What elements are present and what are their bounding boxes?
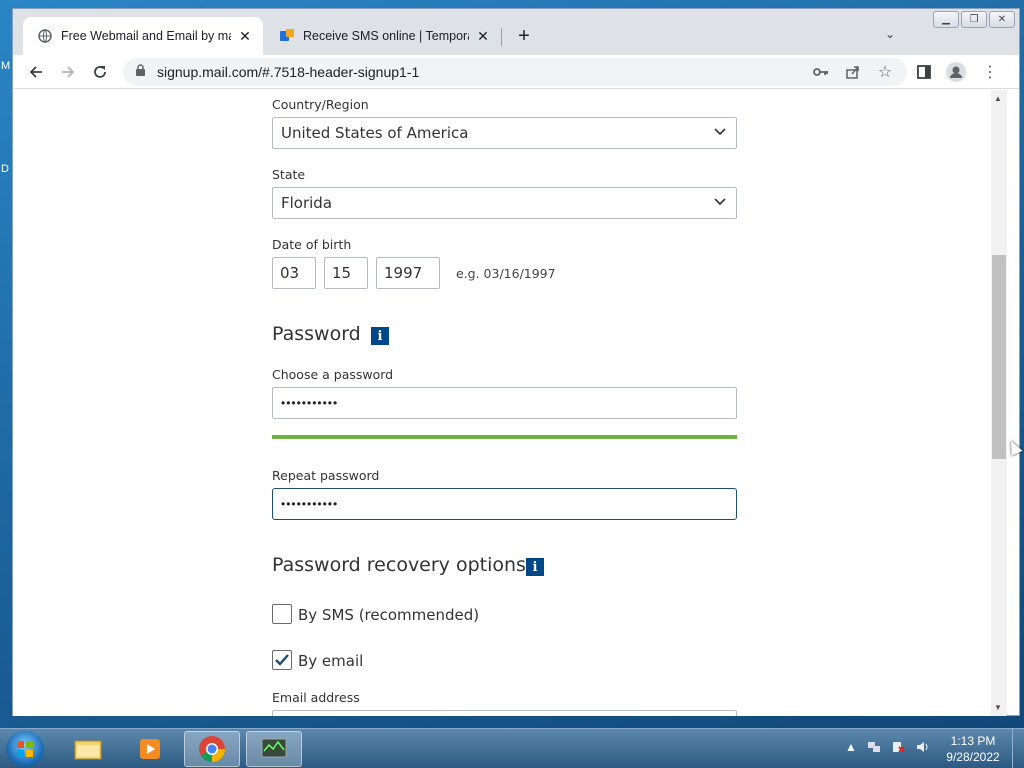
action-center-icon[interactable]	[891, 740, 905, 757]
volume-icon[interactable]	[915, 740, 929, 757]
dob-hint: e.g. 03/16/1997	[456, 266, 556, 281]
tab-search-icon[interactable]: ⌄	[885, 27, 895, 41]
scroll-down-icon[interactable]: ▼	[994, 703, 1002, 712]
desktop-icon-label: M	[1, 60, 11, 72]
side-panel-icon[interactable]	[913, 61, 935, 83]
password-heading: Password	[272, 323, 361, 345]
browser-toolbar: signup.mail.com/#.7518-header-signup1-1 …	[13, 55, 1019, 89]
bookmark-star-icon[interactable]: ☆	[874, 61, 896, 83]
sms-checkbox[interactable]	[272, 604, 292, 624]
windows-logo-icon	[17, 741, 33, 757]
start-button[interactable]	[6, 731, 44, 767]
choose-password-label: Choose a password	[272, 367, 394, 382]
tab-receive-sms[interactable]: Receive SMS online | Temporary N ✕	[265, 17, 501, 55]
email-address-label: Email address	[272, 690, 360, 705]
recovery-heading: Password recovery options	[272, 554, 526, 576]
email-address-input[interactable]	[272, 710, 737, 716]
task-manager-icon[interactable]	[246, 731, 302, 767]
clock[interactable]: 1:13 PM 9/28/2022	[935, 733, 1011, 765]
show-desktop-button[interactable]	[1012, 729, 1024, 768]
back-icon[interactable]	[25, 61, 47, 83]
clock-date: 9/28/2022	[946, 750, 1000, 764]
tab-title: Free Webmail and Email by mail.	[61, 29, 231, 43]
sms-option-label[interactable]: By SMS (recommended)	[298, 606, 479, 624]
page-content: Country/Region United States of America …	[13, 90, 993, 716]
chevron-down-icon	[714, 194, 726, 212]
country-label: Country/Region	[272, 97, 369, 112]
scroll-thumb[interactable]	[992, 255, 1006, 459]
profile-avatar-icon[interactable]	[945, 61, 967, 83]
state-value: Florida	[281, 194, 333, 212]
close-tab-icon[interactable]: ✕	[475, 28, 491, 45]
show-hidden-icons-icon[interactable]: ▲	[845, 740, 857, 757]
reload-icon[interactable]	[89, 61, 111, 83]
lock-icon	[135, 64, 149, 80]
repeat-password-input[interactable]: •••••••••••	[272, 488, 737, 520]
dob-label: Date of birth	[272, 237, 352, 252]
scroll-up-icon[interactable]: ▲	[994, 94, 1002, 103]
close-tab-icon[interactable]: ✕	[237, 28, 253, 45]
page-scrollbar[interactable]: ▲ ▼	[991, 90, 1007, 716]
network-icon[interactable]	[867, 740, 881, 757]
info-icon[interactable]: i	[371, 327, 389, 345]
browser-window: Free Webmail and Email by mail. ✕ Receiv…	[12, 8, 1020, 716]
password-strength-bar	[272, 435, 737, 439]
dob-day-input[interactable]: 15	[324, 257, 368, 289]
key-icon[interactable]	[810, 61, 832, 83]
email-checkbox[interactable]	[272, 650, 292, 670]
country-select[interactable]: United States of America	[272, 117, 737, 149]
repeat-password-label: Repeat password	[272, 468, 380, 483]
close-window-icon[interactable]: ✕	[989, 11, 1015, 28]
info-icon[interactable]: i	[526, 558, 544, 576]
tab-strip: Free Webmail and Email by mail. ✕ Receiv…	[13, 9, 1019, 55]
taskbar: ▲ 1:13 PM 9/28/2022	[0, 728, 1024, 768]
dob-month-input[interactable]: 03	[272, 257, 316, 289]
desktop-icon-label: D	[1, 163, 9, 175]
minimize-icon[interactable]: ▁	[933, 11, 959, 28]
chrome-icon[interactable]	[184, 731, 240, 767]
forward-icon[interactable]	[57, 61, 79, 83]
tab-separator	[501, 28, 502, 46]
tab-title: Receive SMS online | Temporary N	[303, 29, 469, 43]
url-text: signup.mail.com/#.7518-header-signup1-1	[157, 64, 420, 80]
dob-year-input[interactable]: 1997	[376, 257, 440, 289]
window-controls: ▁ ❐ ✕	[931, 11, 1015, 28]
email-option-label[interactable]: By email	[298, 652, 363, 670]
system-tray: ▲	[845, 740, 929, 757]
media-player-icon[interactable]	[122, 731, 178, 767]
restore-icon[interactable]: ❐	[961, 11, 987, 28]
country-value: United States of America	[281, 124, 469, 142]
state-label: State	[272, 167, 306, 182]
sms-site-icon	[279, 28, 295, 44]
kebab-menu-icon[interactable]: ⋮	[979, 61, 1001, 83]
globe-icon	[37, 28, 53, 44]
choose-password-input[interactable]: •••••••••••	[272, 387, 737, 419]
chevron-down-icon	[714, 124, 726, 142]
clock-time: 1:13 PM	[950, 734, 996, 748]
checkmark-icon	[275, 654, 289, 666]
new-tab-icon[interactable]: +	[513, 25, 535, 47]
tab-mail-signup[interactable]: Free Webmail and Email by mail. ✕	[23, 17, 263, 55]
share-icon[interactable]	[842, 61, 864, 83]
state-select[interactable]: Florida	[272, 187, 737, 219]
address-bar[interactable]: signup.mail.com/#.7518-header-signup1-1	[123, 58, 907, 86]
explorer-icon[interactable]	[60, 731, 116, 767]
